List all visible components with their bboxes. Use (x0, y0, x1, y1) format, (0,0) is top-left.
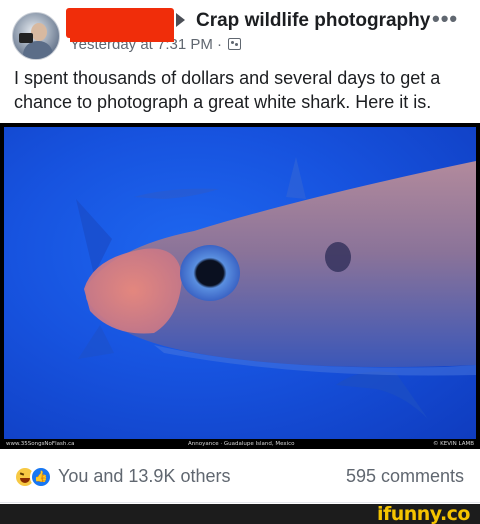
camera-shape (19, 33, 33, 43)
comments-count[interactable]: 595 comments (346, 466, 464, 487)
reaction-icons[interactable]: 👍 (14, 466, 54, 488)
like-reaction-icon: 👍 (30, 466, 52, 488)
group-privacy-icon (228, 38, 242, 50)
avatar-body-shape (23, 41, 53, 59)
footer-bar: ifunny.co (0, 503, 480, 524)
photo-copyright: © KEVIN LAMB (432, 441, 474, 447)
fish-eye-shape (180, 245, 240, 301)
background-fish-shape (134, 188, 219, 199)
post-timestamp[interactable]: Yesterday at 7:31 PM · (70, 30, 242, 53)
lower-fin-shape (78, 325, 114, 359)
avatar[interactable] (12, 12, 60, 60)
photo-image-area (4, 127, 476, 439)
reaction-summary[interactable]: You and 13.9K others (58, 466, 230, 487)
fish-photo-illustration (76, 157, 476, 419)
avatar-face-shape (31, 23, 47, 41)
photo-caption-bar: www.35SongsNoFlash.ca Annoyance · Guadal… (0, 439, 480, 449)
post-header: Crap wildlife photography ••• Yesterday … (0, 0, 480, 62)
redaction-overlap (70, 30, 174, 42)
group-name-link[interactable]: Crap wildlife photography (196, 10, 430, 32)
arrow-right-icon (176, 13, 185, 27)
photo-location: Annoyance · Guadalupe Island, Mexico (188, 441, 295, 447)
post-photo[interactable]: www.35SongsNoFlash.ca Annoyance · Guadal… (0, 123, 480, 449)
photo-credit-site: www.35SongsNoFlash.ca (6, 441, 75, 447)
post-body-text: I spent thousands of dollars and several… (14, 68, 441, 112)
more-options-icon[interactable]: ••• (432, 6, 458, 32)
ifunny-logo: ifunny.co (376, 503, 471, 524)
tail-fin-shape (336, 371, 428, 419)
fish-spot-shape (325, 242, 351, 272)
dorsal-fin-shape (286, 157, 306, 199)
